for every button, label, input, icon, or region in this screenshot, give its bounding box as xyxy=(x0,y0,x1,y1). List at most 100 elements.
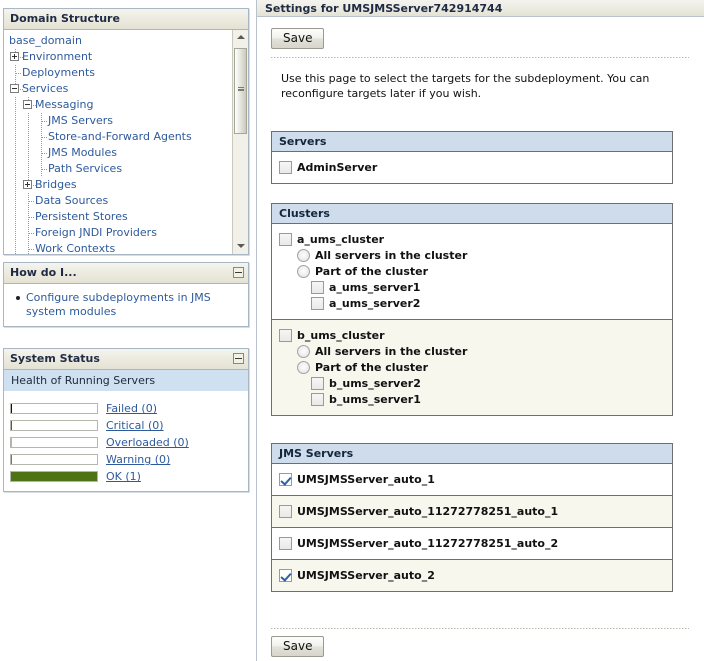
domain-tree-viewport: base_domain Environment Deployments Serv… xyxy=(4,30,248,254)
tree-connector xyxy=(22,209,35,225)
tree-label-persistent-stores[interactable]: Persistent Stores xyxy=(35,210,128,223)
divider xyxy=(271,57,689,58)
health-bar-fill xyxy=(11,404,12,413)
tree-connector xyxy=(9,193,22,209)
checkbox-a-ums-server1[interactable] xyxy=(311,281,324,294)
tree-expander-bridges[interactable] xyxy=(22,177,36,193)
tree-node-store-and-forward-agents[interactable]: Store-and-Forward Agents xyxy=(9,129,232,145)
checkbox-umsjmsserver-auto-11272778251-auto-1[interactable] xyxy=(279,505,292,518)
checkbox-b-ums-server1[interactable] xyxy=(311,393,324,406)
checkbox-line: UMSJMSServer_auto_1 xyxy=(279,472,665,487)
how-do-i-list: Configure subdeployments in JMS system m… xyxy=(12,291,240,319)
tree-node-services[interactable]: Services xyxy=(9,81,232,97)
scroll-up-arrow-icon[interactable] xyxy=(233,30,248,45)
tree-node-jms-servers[interactable]: JMS Servers xyxy=(9,113,232,129)
tree-label-messaging[interactable]: Messaging xyxy=(35,98,93,111)
save-button-top[interactable]: Save xyxy=(271,28,325,49)
tree-node-bridges[interactable]: Bridges xyxy=(9,177,232,193)
tree-label-base-domain[interactable]: base_domain xyxy=(9,34,82,47)
checkbox-umsjmsserver-auto-1[interactable] xyxy=(279,473,292,486)
servers-section-body: AdminServer xyxy=(272,152,672,183)
checkbox-line: b_ums_cluster xyxy=(279,328,665,343)
health-bar xyxy=(10,437,98,448)
tree-node-messaging[interactable]: Messaging xyxy=(9,97,232,113)
save-button-bottom[interactable]: Save xyxy=(271,636,325,657)
label-a-all-servers-in-cluster: All servers in the cluster xyxy=(315,249,468,262)
domain-tree-scrollbar[interactable] xyxy=(232,30,248,254)
radio-a-part-of-cluster[interactable] xyxy=(297,265,310,278)
radio-line: Part of the cluster xyxy=(279,264,665,279)
how-do-i-header: How do I... xyxy=(4,263,248,284)
checkbox-adminserver[interactable] xyxy=(279,161,292,174)
tree-label-bridges[interactable]: Bridges xyxy=(35,178,77,191)
label-umsjmsserver-auto-2: UMSJMSServer_auto_2 xyxy=(297,569,435,582)
scrollbar-thumb[interactable] xyxy=(234,48,247,134)
tree-label-deployments[interactable]: Deployments xyxy=(22,66,95,79)
tree-label-jms-modules[interactable]: JMS Modules xyxy=(48,146,117,159)
tree-node-jms-modules[interactable]: JMS Modules xyxy=(9,145,232,161)
tree-label-work-contexts[interactable]: Work Contexts xyxy=(35,242,115,254)
tree-label-jms-servers[interactable]: JMS Servers xyxy=(48,114,113,127)
radio-b-part-of-cluster[interactable] xyxy=(297,361,310,374)
how-do-i-title: How do I... xyxy=(10,266,77,279)
scroll-down-arrow-icon[interactable] xyxy=(233,239,248,254)
clusters-section: Clusters a_ums_cluster All servers in th… xyxy=(271,203,673,416)
tree-expander-services[interactable] xyxy=(9,81,23,97)
label-adminserver: AdminServer xyxy=(297,161,378,174)
collapse-minus-icon[interactable] xyxy=(233,267,244,278)
checkbox-a-ums-server2[interactable] xyxy=(311,297,324,310)
tree-node-base-domain[interactable]: base_domain xyxy=(9,33,232,49)
tree-label-path-services[interactable]: Path Services xyxy=(48,162,122,175)
tree-label-services[interactable]: Services xyxy=(22,82,68,95)
health-label-overloaded[interactable]: Overloaded (0) xyxy=(106,436,189,449)
health-label-failed[interactable]: Failed (0) xyxy=(106,402,157,415)
divider xyxy=(271,628,689,629)
tree-label-environment[interactable]: Environment xyxy=(22,50,92,63)
checkbox-b-ums-cluster[interactable] xyxy=(279,329,292,342)
health-row-ok: OK (1) xyxy=(10,468,242,485)
tree-connector xyxy=(22,225,35,241)
checkbox-umsjmsserver-auto-11272778251-auto-2[interactable] xyxy=(279,537,292,550)
save-button-top-wrapper: Save xyxy=(271,28,325,49)
tree-expander-environment[interactable] xyxy=(9,49,23,65)
checkbox-line: a_ums_server1 xyxy=(279,280,665,295)
tree-connector xyxy=(9,161,22,177)
collapse-minus-icon[interactable] xyxy=(233,353,244,364)
health-label-critical[interactable]: Critical (0) xyxy=(106,419,164,432)
clusters-section-header: Clusters xyxy=(272,204,672,224)
tree-node-deployments[interactable]: Deployments xyxy=(9,65,232,81)
tree-label-data-sources[interactable]: Data Sources xyxy=(35,194,108,207)
health-label-warning[interactable]: Warning (0) xyxy=(106,453,170,466)
tree-node-path-services[interactable]: Path Services xyxy=(9,161,232,177)
label-a-ums-cluster: a_ums_cluster xyxy=(297,233,385,246)
tree-expander-messaging[interactable] xyxy=(22,97,36,113)
label-a-ums-server2: a_ums_server2 xyxy=(329,297,421,310)
health-label-ok[interactable]: OK (1) xyxy=(106,470,141,483)
radio-b-all-servers-in-cluster[interactable] xyxy=(297,345,310,358)
tree-node-data-sources[interactable]: Data Sources xyxy=(9,193,232,209)
checkbox-umsjmsserver-auto-2[interactable] xyxy=(279,569,292,582)
tree-node-foreign-jndi-providers[interactable]: Foreign JNDI Providers xyxy=(9,225,232,241)
checkbox-b-ums-server2[interactable] xyxy=(311,377,324,390)
health-row-failed: Failed (0) xyxy=(10,400,242,417)
tree-label-store-and-forward-agents[interactable]: Store-and-Forward Agents xyxy=(48,130,192,143)
tree-connector xyxy=(22,241,35,254)
radio-a-all-servers-in-cluster[interactable] xyxy=(297,249,310,262)
checkbox-a-ums-cluster[interactable] xyxy=(279,233,292,246)
clusters-section-body: a_ums_cluster All servers in the cluster… xyxy=(272,224,672,415)
system-status-title: System Status xyxy=(10,352,100,365)
tree-connector xyxy=(9,225,22,241)
tree-label-foreign-jndi-providers[interactable]: Foreign JNDI Providers xyxy=(35,226,157,239)
health-row-warning: Warning (0) xyxy=(10,451,242,468)
how-do-i-body: Configure subdeployments in JMS system m… xyxy=(4,284,248,325)
tree-node-work-contexts[interactable]: Work Contexts xyxy=(9,241,232,254)
how-do-i-link-configure-subdeployments[interactable]: Configure subdeployments in JMS system m… xyxy=(26,291,211,318)
label-b-ums-cluster: b_ums_cluster xyxy=(297,329,385,342)
list-item: Configure subdeployments in JMS system m… xyxy=(16,291,240,319)
tree-node-environment[interactable]: Environment xyxy=(9,49,232,65)
checkbox-line: a_ums_server2 xyxy=(279,296,665,311)
health-bar-fill xyxy=(11,455,12,464)
tree-connector xyxy=(9,241,22,254)
label-umsjmsserver-auto-11272778251-auto-1: UMSJMSServer_auto_11272778251_auto_1 xyxy=(297,505,559,518)
tree-node-persistent-stores[interactable]: Persistent Stores xyxy=(9,209,232,225)
